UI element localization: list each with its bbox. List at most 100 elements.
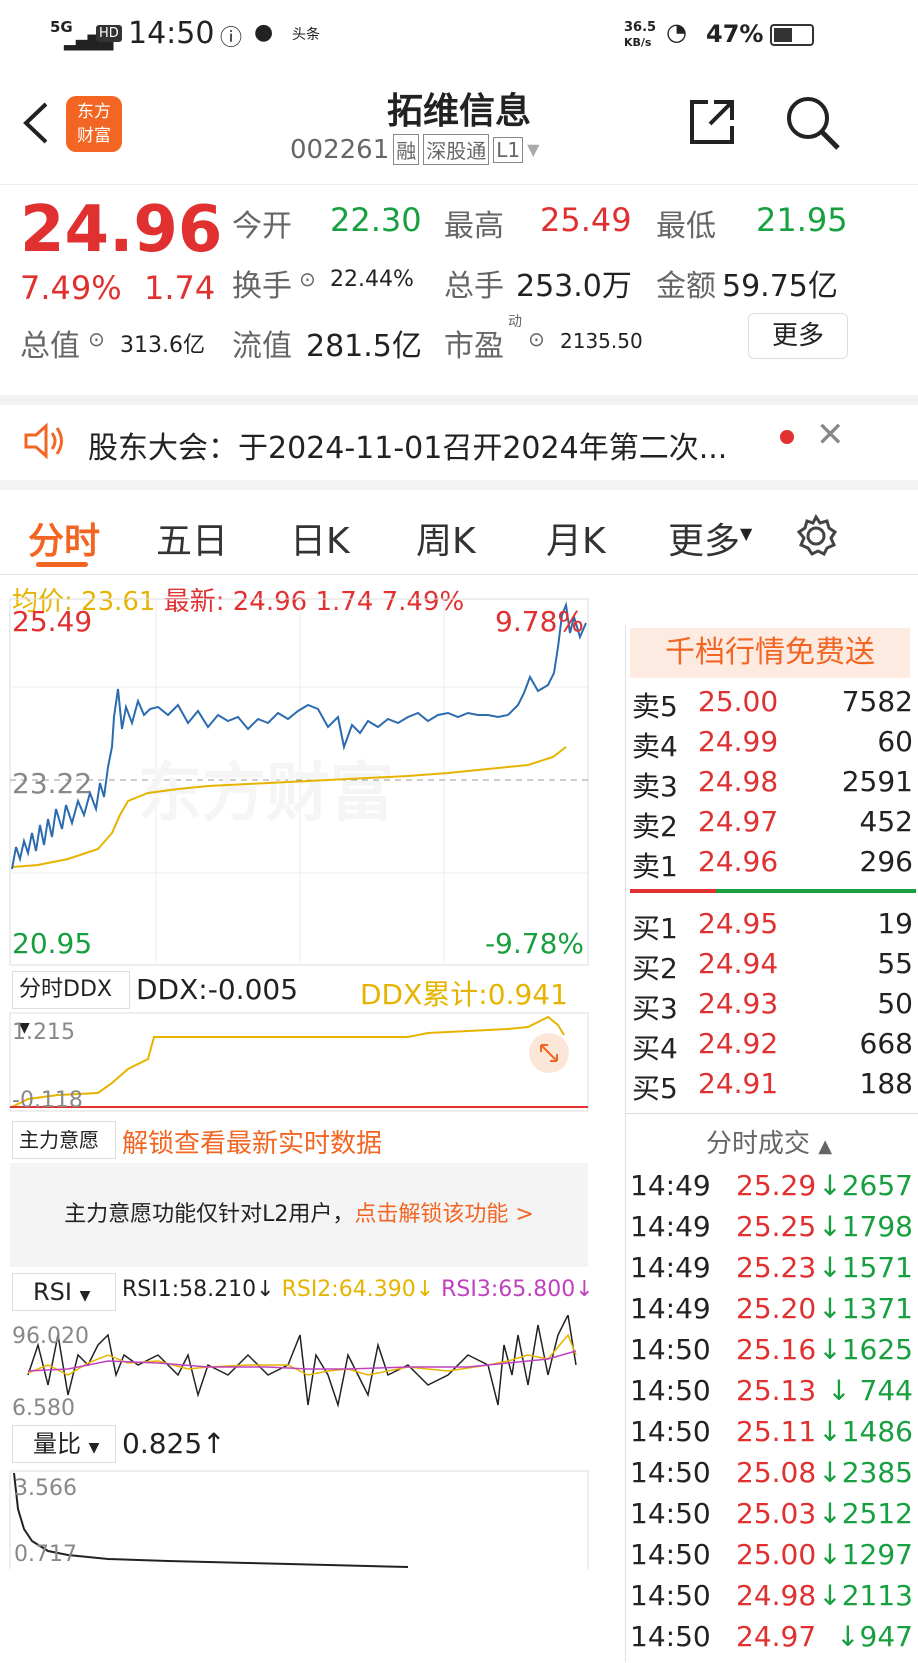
caret-down-icon: ▼ xyxy=(740,524,753,543)
tick-row: 14:50 25.13 ↓ 744 xyxy=(626,1374,918,1417)
tick-row: 14:49 25.20 ↓1371 xyxy=(626,1292,918,1335)
tick-row: 14:50 24.97 ↓947 xyxy=(626,1620,918,1663)
ask-volume: 296 xyxy=(859,845,913,878)
battery-icon xyxy=(770,24,814,46)
bid-label: 买5 xyxy=(632,1072,678,1105)
low-label: 最低 xyxy=(656,209,716,244)
tick-row: 14:49 25.23 ↓1571 xyxy=(626,1251,918,1294)
stock-code-row: 002261 融 深股通 L1 ▼ xyxy=(290,134,539,165)
dropdown-icon[interactable]: ▼ xyxy=(527,140,539,159)
tick-time: 14:50 xyxy=(630,1456,711,1489)
bid-price: 24.95 xyxy=(698,907,779,940)
tick-price: 25.11 xyxy=(736,1415,817,1448)
bid-volume: 50 xyxy=(877,987,913,1020)
share-icon[interactable] xyxy=(686,96,738,148)
ticks-title[interactable]: 分时成交 ▲ xyxy=(706,1123,832,1160)
bid-volume: 55 xyxy=(877,947,913,980)
rsi-bottom-label: 6.580 xyxy=(12,1396,75,1421)
tick-time: 14:50 xyxy=(630,1333,711,1366)
quote-panel: 24.96 7.49% 1.74 今开 22.30 最高 25.49 最低 21… xyxy=(0,185,918,395)
net-speed-unit: KB/s xyxy=(624,36,652,49)
settings-icon[interactable] xyxy=(794,514,838,558)
ddx-cum-label: DDX累计: xyxy=(360,978,488,1011)
tick-price: 25.20 xyxy=(736,1292,817,1325)
bid-price: 24.92 xyxy=(698,1027,779,1060)
low-value: 21.95 xyxy=(756,201,848,239)
chart-area: 均价: 23.61 最新: 24.96 1.74 7.49% 东方财富 25.4… xyxy=(0,575,625,1662)
lb-chart[interactable]: 3.566 0.717 xyxy=(8,1469,590,1569)
turnover-value: 22.44% xyxy=(330,267,414,292)
mktcap-label: 总值 xyxy=(20,329,80,364)
rsi-chart[interactable]: 96.020 6.580 xyxy=(8,1315,590,1421)
tab-five-day[interactable]: 五日 xyxy=(156,512,228,564)
ddx-label: DDX: xyxy=(136,973,208,1006)
rsi3-value: RSI3:65.800↓ xyxy=(441,1277,594,1302)
stock-name: 拓维信息 xyxy=(386,91,531,132)
toutiao-badge: 头条 xyxy=(292,27,320,43)
tick-row: 14:50 25.08 ↓2385 xyxy=(626,1456,918,1499)
lb-bottom-label: 0.717 xyxy=(14,1542,77,1567)
more-button[interactable]: 更多 xyxy=(748,313,848,359)
ask-price: 25.00 xyxy=(698,685,779,718)
l2-message: 主力意愿功能仅针对L2用户， xyxy=(64,1202,355,1227)
l2-unlock-link[interactable]: 点击解锁该功能 > xyxy=(354,1202,533,1227)
ddx-cum-row: DDX累计:0.941 xyxy=(360,973,568,1013)
search-icon[interactable] xyxy=(784,94,842,152)
intraday-chart[interactable]: 东方财富 25.49 23.22 20.95 9.78% -9.78% xyxy=(8,597,590,967)
mktcap-value: 313.6亿 xyxy=(120,333,205,358)
ddx-chart[interactable]: 1.215 -0.118 xyxy=(8,1011,590,1113)
lb-value: 0.825↑ xyxy=(122,1427,226,1460)
info-icon[interactable]: ⊙ xyxy=(88,327,105,351)
tick-volume: ↓1486 xyxy=(818,1415,913,1448)
ddx-selector[interactable]: 分时DDX ▼ xyxy=(12,971,130,1036)
rsi-selector[interactable]: RSI ▼ xyxy=(12,1273,116,1311)
notice-text: 股东大会：于2024-11-01召开2024年第二次... xyxy=(88,431,728,466)
tick-volume: ↓1625 xyxy=(818,1333,913,1366)
change-pct: 7.49% xyxy=(20,269,122,307)
status-time: 14:50 xyxy=(128,16,215,51)
open-value: 22.30 xyxy=(330,201,422,239)
tab-daily-k[interactable]: 日K xyxy=(290,512,350,564)
tab-more[interactable]: 更多 xyxy=(668,512,740,564)
lb-selector[interactable]: 量比 ▼ xyxy=(12,1425,116,1463)
ask-row: 卖3 24.98 2591 xyxy=(626,765,918,805)
tick-volume: ↓1297 xyxy=(818,1538,913,1571)
bid-row: 买4 24.92 668 xyxy=(626,1027,918,1067)
tick-row: 14:50 25.00 ↓1297 xyxy=(626,1538,918,1581)
tick-volume: ↓2113 xyxy=(818,1579,913,1612)
tick-time: 14:50 xyxy=(630,1579,711,1612)
close-icon[interactable]: ✕ xyxy=(816,415,845,455)
y-max-label: 25.49 xyxy=(12,605,92,638)
ask-row: 卖5 25.00 7582 xyxy=(626,685,918,725)
bid-volume: 188 xyxy=(859,1067,913,1100)
tick-row: 14:50 25.03 ↓2512 xyxy=(626,1497,918,1540)
tab-weekly-k[interactable]: 周K xyxy=(416,512,476,564)
bid-row: 买5 24.91 188 xyxy=(626,1067,918,1107)
tick-row: 14:50 25.16 ↓1625 xyxy=(626,1333,918,1376)
tick-volume: ↓2385 xyxy=(818,1456,913,1489)
order-book: 卖5 25.00 7582 卖4 24.99 60 卖3 24.98 2591 卖2 24.9… xyxy=(625,625,918,1662)
pct-min-label: -9.78% xyxy=(485,927,584,960)
turnover-label: 换手 xyxy=(232,269,292,304)
pct-max-label: 9.78% xyxy=(495,605,584,638)
tick-price: 25.29 xyxy=(736,1169,817,1202)
badge-level: L1 xyxy=(493,136,524,163)
zhuli-selector[interactable]: 主力意愿 ▼ xyxy=(12,1121,116,1187)
tab-intraday[interactable]: 分时 xyxy=(28,512,100,564)
stock-code: 002261 xyxy=(290,134,390,165)
notice-bar[interactable]: 股东大会：于2024-11-01召开2024年第二次... ✕ xyxy=(0,395,918,490)
tick-time: 14:50 xyxy=(630,1415,711,1448)
tab-monthly-k[interactable]: 月K xyxy=(546,512,606,564)
book-divider xyxy=(630,889,916,893)
ask-row: 卖2 24.97 452 xyxy=(626,805,918,845)
rsi1-line xyxy=(27,1315,577,1408)
ddx-top-label: 1.215 xyxy=(12,1020,75,1045)
tick-time: 14:49 xyxy=(630,1292,711,1325)
info-icon[interactable]: ⊙ xyxy=(528,327,545,351)
amount-value: 59.75亿 xyxy=(722,269,838,304)
unlock-realtime-link[interactable]: 解锁查看最新实时数据 xyxy=(122,1123,382,1160)
float-value: 281.5亿 xyxy=(306,329,422,364)
tick-row: 14:49 25.29 ↓2657 xyxy=(626,1169,918,1212)
info-icon[interactable]: ⊙ xyxy=(299,267,316,291)
tick-time: 14:50 xyxy=(630,1620,711,1653)
